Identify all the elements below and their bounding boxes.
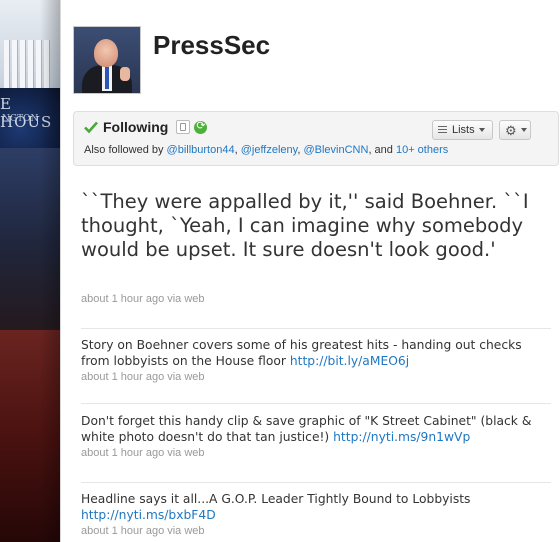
actions-menu-button[interactable]: ⚙ — [499, 120, 531, 140]
tweet-meta[interactable]: about 1 hour ago via web — [81, 445, 541, 461]
gear-icon: ⚙ — [505, 122, 517, 138]
tweet-item: Story on Boehner covers some of his grea… — [81, 337, 541, 385]
profile-panel: PressSec Following Lists ⚙ Also followed… — [60, 0, 560, 542]
divider — [81, 328, 551, 329]
tweet-item: Headline says it all...A G.O.P. Leader T… — [81, 491, 541, 539]
following-status: Following — [84, 119, 208, 135]
check-icon — [84, 120, 98, 134]
tweet-meta[interactable]: about 1 hour ago via web — [81, 293, 205, 305]
background-photo: E HOUS NGTON — [0, 0, 60, 542]
tweet-item: Don't forget this handy clip & save grap… — [81, 413, 541, 461]
chevron-down-icon — [478, 128, 485, 132]
featured-tweet-text: ``They were appalled by it,'' said Boehn… — [81, 190, 529, 261]
retweet-icon[interactable] — [194, 119, 208, 134]
also-followed-by: Also followed by @billburton44, @jeffzel… — [84, 144, 449, 156]
backdrop-text-2: NGTON — [2, 114, 39, 124]
list-icon — [438, 126, 447, 134]
avatar[interactable] — [73, 26, 141, 94]
tweet-meta[interactable]: about 1 hour ago via web — [81, 369, 541, 385]
chevron-down-icon — [520, 128, 527, 132]
device-icon[interactable] — [176, 120, 191, 134]
lists-label: Lists — [452, 124, 475, 136]
follow-status-box: Following Lists ⚙ Also followed by @bill… — [73, 111, 559, 166]
tweet-meta[interactable]: about 1 hour ago via web — [81, 523, 541, 539]
lists-button[interactable]: Lists — [432, 120, 493, 140]
others-link[interactable]: 10+ others — [396, 144, 448, 156]
tweet-text: Headline says it all...A G.O.P. Leader T… — [81, 492, 471, 506]
tweet-link[interactable]: http://nyti.ms/bxbF4D — [81, 508, 216, 522]
divider — [81, 403, 551, 404]
tweet-link[interactable]: http://nyti.ms/9n1wVp — [333, 430, 470, 444]
profile-username: PressSec — [153, 30, 271, 60]
follower-link[interactable]: @jeffzeleny — [241, 144, 298, 156]
following-label: Following — [103, 119, 169, 135]
follower-link[interactable]: @BlevinCNN — [303, 144, 368, 156]
profile-header: PressSec — [73, 20, 543, 95]
tweet-link[interactable]: http://bit.ly/aMEO6j — [290, 354, 409, 368]
divider — [81, 482, 551, 483]
follower-link[interactable]: @billburton44 — [167, 144, 235, 156]
